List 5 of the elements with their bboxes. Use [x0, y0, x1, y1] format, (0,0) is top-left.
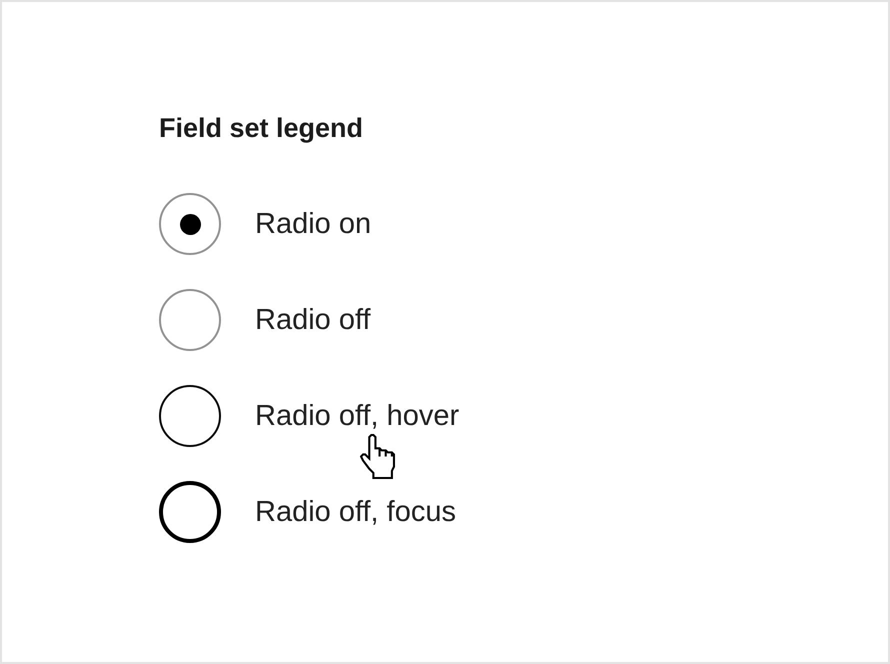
radio-label[interactable]: Radio off, focus [255, 494, 456, 530]
radio-label[interactable]: Radio off, hover [255, 398, 460, 434]
radio-label[interactable]: Radio on [255, 206, 372, 242]
fieldset-legend: Field set legend [159, 112, 364, 144]
radio-label[interactable]: Radio off [255, 302, 371, 338]
